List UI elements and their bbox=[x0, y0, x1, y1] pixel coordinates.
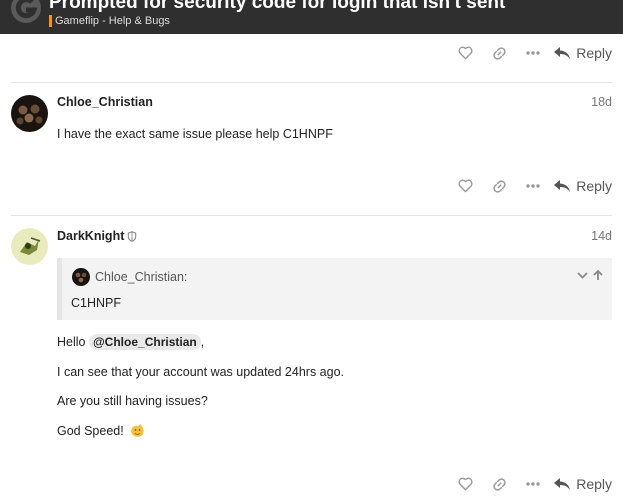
post-divider bbox=[11, 82, 612, 83]
post-line: Are you still having issues? bbox=[57, 394, 208, 408]
post-greeting: Hello @Chloe_Christian, bbox=[57, 334, 205, 350]
quote-author[interactable]: Chloe_Christian: bbox=[95, 270, 187, 284]
reply-button[interactable]: Reply bbox=[554, 476, 612, 492]
category-badge[interactable]: Gameflip - Help & Bugs bbox=[49, 15, 170, 27]
user-mention[interactable]: @Chloe_Christian bbox=[88, 334, 201, 350]
gameflip-logo[interactable] bbox=[10, 0, 42, 24]
category-name[interactable]: Gameflip - Help & Bugs bbox=[55, 15, 170, 27]
shield-icon bbox=[128, 230, 137, 242]
topic-header: Prompted for security code for login tha… bbox=[0, 0, 623, 34]
heart-icon[interactable] bbox=[448, 174, 482, 198]
ellipsis-icon[interactable] bbox=[516, 41, 550, 65]
link-icon[interactable] bbox=[482, 41, 516, 65]
post-body: I have the exact same issue please help … bbox=[57, 127, 333, 141]
post-date[interactable]: 18d bbox=[591, 95, 612, 109]
post-line: I can see that your account was updated … bbox=[57, 365, 344, 379]
quote-text: C1HNPF bbox=[71, 296, 122, 310]
reply-label: Reply bbox=[576, 476, 612, 492]
post-line: God Speed! bbox=[57, 423, 146, 439]
heart-icon[interactable] bbox=[448, 41, 482, 65]
post-divider bbox=[11, 215, 612, 216]
reply-label: Reply bbox=[576, 45, 612, 61]
topic-title[interactable]: Prompted for security code for login tha… bbox=[49, 0, 505, 14]
ellipsis-icon[interactable] bbox=[516, 472, 550, 496]
post-username[interactable]: DarkKnight bbox=[57, 229, 137, 243]
link-icon[interactable] bbox=[482, 472, 516, 496]
heart-icon[interactable] bbox=[448, 472, 482, 496]
reply-button[interactable]: Reply bbox=[554, 45, 612, 61]
avatar[interactable] bbox=[11, 228, 48, 265]
reply-label: Reply bbox=[576, 178, 612, 194]
quote-block: Chloe_Christian: C1HNPF bbox=[57, 258, 612, 320]
reply-icon bbox=[554, 179, 571, 192]
salute-emoji-icon bbox=[130, 424, 144, 437]
quote-avatar[interactable] bbox=[72, 268, 90, 286]
avatar[interactable] bbox=[11, 95, 48, 132]
chevron-down-icon[interactable] bbox=[574, 267, 590, 283]
link-icon[interactable] bbox=[482, 174, 516, 198]
reply-icon bbox=[554, 46, 571, 59]
ellipsis-icon[interactable] bbox=[516, 174, 550, 198]
post-actions: Reply bbox=[448, 174, 612, 198]
arrow-up-icon[interactable] bbox=[590, 267, 606, 283]
reply-button[interactable]: Reply bbox=[554, 178, 612, 194]
post-actions: Reply bbox=[448, 41, 612, 65]
post-username[interactable]: Chloe_Christian bbox=[57, 95, 153, 109]
category-color-bar bbox=[49, 15, 52, 27]
post-date[interactable]: 14d bbox=[591, 229, 612, 243]
reply-icon bbox=[554, 477, 571, 490]
post-actions: Reply bbox=[448, 472, 612, 496]
